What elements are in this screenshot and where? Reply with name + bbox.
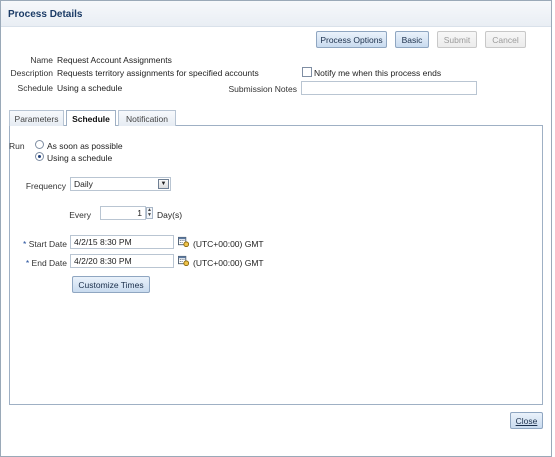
frequency-value: Daily <box>74 179 93 189</box>
every-unit-label: Day(s) <box>157 210 183 220</box>
description-value: Requests territory assignments for speci… <box>57 68 259 78</box>
basic-button[interactable]: Basic <box>395 31 429 48</box>
every-input[interactable]: 1 <box>100 206 146 220</box>
close-button[interactable]: Close <box>510 412 543 429</box>
spin-arrows-icon[interactable]: ▲ ▼ <box>146 207 153 219</box>
tab-notification[interactable]: Notification <box>118 110 176 126</box>
name-value: Request Account Assignments <box>57 55 172 65</box>
notify-label: Notify me when this process ends <box>314 68 442 78</box>
submit-button[interactable]: Submit <box>437 31 477 48</box>
tab-parameters[interactable]: Parameters <box>9 110 64 126</box>
tab-schedule[interactable]: Schedule <box>66 110 116 127</box>
schedule-label: Schedule <box>17 83 53 93</box>
start-date-input[interactable]: 4/2/15 8:30 PM <box>70 235 174 249</box>
end-date-label: * End Date <box>25 258 67 268</box>
frequency-label: Frequency <box>25 181 66 191</box>
dialog-title: Process Details <box>8 9 83 20</box>
description-label: Description <box>10 68 53 78</box>
start-timezone: (UTC+00:00) GMT <box>193 239 264 249</box>
process-details-dialog: Process Details Process Options Basic Su… <box>0 0 552 457</box>
chevron-down-icon[interactable]: ▼ <box>158 179 169 189</box>
submission-notes-input[interactable] <box>301 81 477 95</box>
cancel-button[interactable]: Cancel <box>485 31 526 48</box>
schedule-value: Using a schedule <box>57 83 123 93</box>
end-timezone: (UTC+00:00) GMT <box>193 258 264 268</box>
calendar-icon[interactable] <box>178 255 189 266</box>
process-options-button[interactable]: Process Options <box>316 31 387 48</box>
calendar-icon[interactable] <box>178 236 189 247</box>
every-label: Every <box>69 210 91 220</box>
tab-bar: Parameters Schedule Notification <box>9 110 543 127</box>
run-label: Run <box>9 141 25 151</box>
name-label: Name <box>30 55 53 65</box>
customize-times-button[interactable]: Customize Times <box>72 276 150 293</box>
submission-notes-label: Submission Notes <box>228 84 297 94</box>
run-schedule-radio[interactable] <box>35 152 44 161</box>
frequency-select[interactable]: Daily ▼ <box>70 177 171 191</box>
dialog-title-bar: Process Details <box>1 1 551 27</box>
run-asap-radio[interactable] <box>35 140 44 149</box>
run-schedule-label: Using a schedule <box>47 153 113 163</box>
required-marker: * <box>23 239 27 249</box>
notify-checkbox[interactable] <box>302 67 312 77</box>
end-date-input[interactable]: 4/2/20 8:30 PM <box>70 254 174 268</box>
start-date-label: * Start Date <box>23 239 67 249</box>
required-marker: * <box>25 258 30 268</box>
run-asap-label: As soon as possible <box>47 141 123 151</box>
